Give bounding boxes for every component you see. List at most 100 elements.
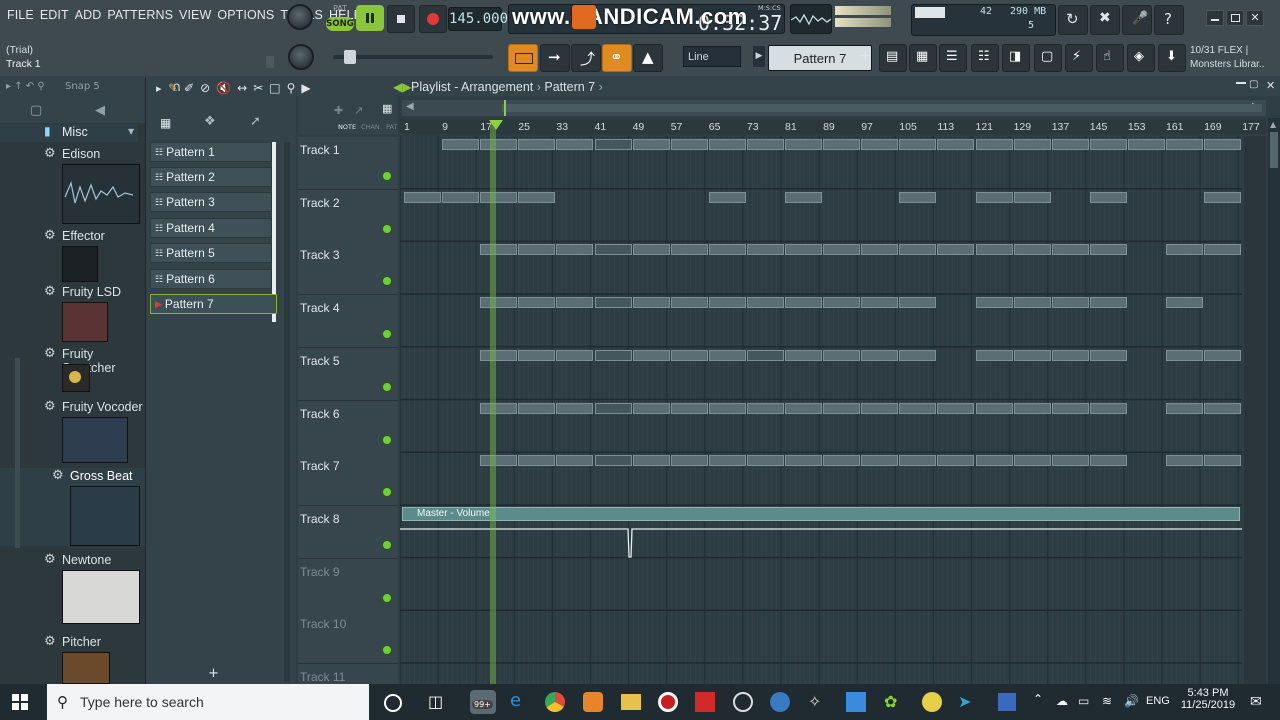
pattern-clip[interactable] bbox=[861, 455, 899, 467]
scroll-up-arrow[interactable]: ▲ bbox=[1270, 120, 1276, 129]
pattern-selector[interactable]: Pattern 7 bbox=[768, 45, 872, 71]
pattern-clip[interactable] bbox=[708, 139, 746, 150]
pattern-clip[interactable] bbox=[670, 244, 708, 256]
pattern-clip[interactable] bbox=[899, 297, 937, 309]
play-button[interactable] bbox=[356, 5, 384, 31]
playhead[interactable] bbox=[490, 120, 496, 684]
plant-app-icon[interactable]: ✿ bbox=[884, 692, 904, 712]
pattern-clip[interactable] bbox=[708, 297, 746, 309]
pattern-clip[interactable] bbox=[670, 297, 708, 309]
playback-tool-icon[interactable]: ▶ bbox=[301, 81, 310, 95]
audio-input-button[interactable]: 🎤 bbox=[1122, 5, 1152, 35]
browser-snap-label[interactable]: Snap 5 bbox=[65, 81, 100, 92]
tray-app-icon[interactable]: ☁ bbox=[1056, 694, 1068, 708]
pattern-clip[interactable] bbox=[1051, 297, 1089, 309]
wifi-icon[interactable]: ≋ bbox=[1102, 694, 1112, 708]
undo-history-button[interactable]: ↻ bbox=[1058, 5, 1088, 35]
pattern-clip[interactable] bbox=[937, 455, 975, 467]
window-app-icon[interactable] bbox=[998, 693, 1016, 711]
pattern-clip[interactable] bbox=[594, 402, 632, 414]
playlist-arrow-icon[interactable]: ◀▶ bbox=[393, 80, 411, 94]
pattern-clip[interactable] bbox=[746, 244, 784, 256]
pattern-clip[interactable] bbox=[708, 402, 746, 414]
master-slider-track[interactable] bbox=[333, 55, 493, 59]
pattern-clip[interactable] bbox=[785, 139, 822, 150]
track-mute-led-icon[interactable] bbox=[382, 539, 392, 550]
mute-tool-icon[interactable]: 🔇 bbox=[216, 81, 231, 95]
automation-clip-master-volume[interactable]: Master - Volume bbox=[402, 507, 1240, 521]
pattern-clip[interactable] bbox=[746, 455, 784, 467]
project-browser-button[interactable]: ▢ bbox=[1034, 44, 1062, 72]
pattern-clip[interactable] bbox=[975, 402, 1013, 414]
slip-tool-icon[interactable]: ↔ bbox=[237, 81, 247, 95]
piano-icon[interactable]: ▦ bbox=[160, 116, 171, 130]
pattern-clip[interactable] bbox=[1089, 139, 1127, 150]
pattern-clip[interactable] bbox=[632, 349, 670, 361]
pattern-clip[interactable] bbox=[670, 349, 708, 361]
show-hidden-icons-icon[interactable]: ⌃ bbox=[1033, 692, 1043, 706]
tool-app-icon[interactable]: ✧ bbox=[808, 692, 828, 712]
pattern-clip[interactable] bbox=[518, 244, 556, 256]
pattern-clip[interactable] bbox=[861, 244, 899, 256]
pattern-clip[interactable] bbox=[1204, 191, 1242, 203]
pattern-item-6[interactable]: ☷ Pattern 6 bbox=[150, 269, 272, 289]
pattern-clip[interactable] bbox=[1089, 455, 1127, 467]
vertical-scroll-thumb[interactable] bbox=[1270, 132, 1278, 168]
touch-controller-button[interactable]: ☝ bbox=[1096, 44, 1124, 72]
pattern-clip[interactable] bbox=[708, 244, 746, 256]
speaker-icon[interactable]: 🔊 bbox=[1124, 694, 1139, 708]
blend-notes-button[interactable]: ⤴ bbox=[571, 44, 601, 72]
globe-app-icon[interactable] bbox=[770, 692, 790, 712]
pattern-clip[interactable] bbox=[632, 244, 670, 256]
pattern-clip[interactable] bbox=[746, 139, 784, 150]
track-header-3[interactable]: Track 3 bbox=[298, 242, 398, 296]
pencil-icon[interactable]: ✎ bbox=[168, 81, 178, 95]
playlist-maximize-icon[interactable]: ▢ bbox=[1249, 79, 1258, 90]
pattern-clip[interactable] bbox=[1166, 349, 1203, 361]
fish-app-icon[interactable]: ➤ bbox=[958, 692, 980, 712]
pattern-clip[interactable] bbox=[937, 402, 975, 414]
pattern-clip[interactable] bbox=[708, 455, 746, 467]
pattern-clip[interactable] bbox=[594, 349, 632, 361]
pattern-clip[interactable] bbox=[632, 402, 670, 414]
pattern-clip[interactable] bbox=[518, 139, 556, 150]
pattern-clip[interactable] bbox=[861, 402, 899, 414]
pattern-clip[interactable] bbox=[1089, 244, 1127, 256]
pattern-clip[interactable] bbox=[937, 244, 975, 256]
pattern-clip[interactable] bbox=[480, 297, 518, 309]
pattern-clip[interactable] bbox=[556, 402, 594, 414]
pattern-clip[interactable] bbox=[518, 349, 556, 361]
pattern-clip[interactable] bbox=[632, 139, 670, 150]
pattern-clip[interactable] bbox=[746, 349, 784, 361]
pattern-clip[interactable] bbox=[899, 244, 937, 256]
pattern-clip[interactable] bbox=[670, 139, 708, 150]
pattern-clip[interactable] bbox=[708, 191, 746, 203]
pattern-clip[interactable] bbox=[1166, 297, 1203, 309]
clock[interactable]: 5:43 PM 11/25/2019 bbox=[1178, 687, 1238, 711]
pattern-clip[interactable] bbox=[670, 455, 708, 467]
language-indicator[interactable]: ENG bbox=[1146, 695, 1170, 707]
pattern-clip[interactable] bbox=[899, 402, 937, 414]
track-mute-led-icon[interactable] bbox=[382, 434, 392, 445]
brush-icon[interactable]: ✐ bbox=[184, 81, 194, 95]
track-header-4[interactable]: Track 4 bbox=[298, 295, 398, 349]
slice-tool-icon[interactable]: ✂ bbox=[253, 81, 263, 95]
pattern-clip[interactable] bbox=[480, 191, 518, 203]
task-view-icon[interactable]: ◫ bbox=[428, 692, 443, 711]
pattern-clip[interactable] bbox=[1127, 139, 1165, 150]
track-mute-led-icon[interactable] bbox=[382, 487, 392, 498]
pattern-clip[interactable] bbox=[975, 349, 1013, 361]
add-pattern-button[interactable]: + bbox=[858, 46, 872, 67]
pattern-clip[interactable] bbox=[556, 349, 594, 361]
pattern-clip[interactable] bbox=[1166, 455, 1203, 467]
panel-splitter[interactable] bbox=[284, 142, 290, 682]
pattern-clip[interactable] bbox=[594, 455, 632, 467]
close-button[interactable]: ✕ bbox=[1246, 10, 1264, 26]
pattern-clip[interactable] bbox=[1051, 455, 1089, 467]
track-mute-led-icon[interactable] bbox=[382, 645, 392, 656]
pattern-clip[interactable] bbox=[556, 297, 594, 309]
master-volume-knob[interactable] bbox=[287, 4, 313, 30]
expand-icon[interactable]: ✚ bbox=[334, 104, 343, 117]
pattern-clip[interactable] bbox=[518, 297, 556, 309]
maximize-button[interactable] bbox=[1226, 10, 1244, 26]
